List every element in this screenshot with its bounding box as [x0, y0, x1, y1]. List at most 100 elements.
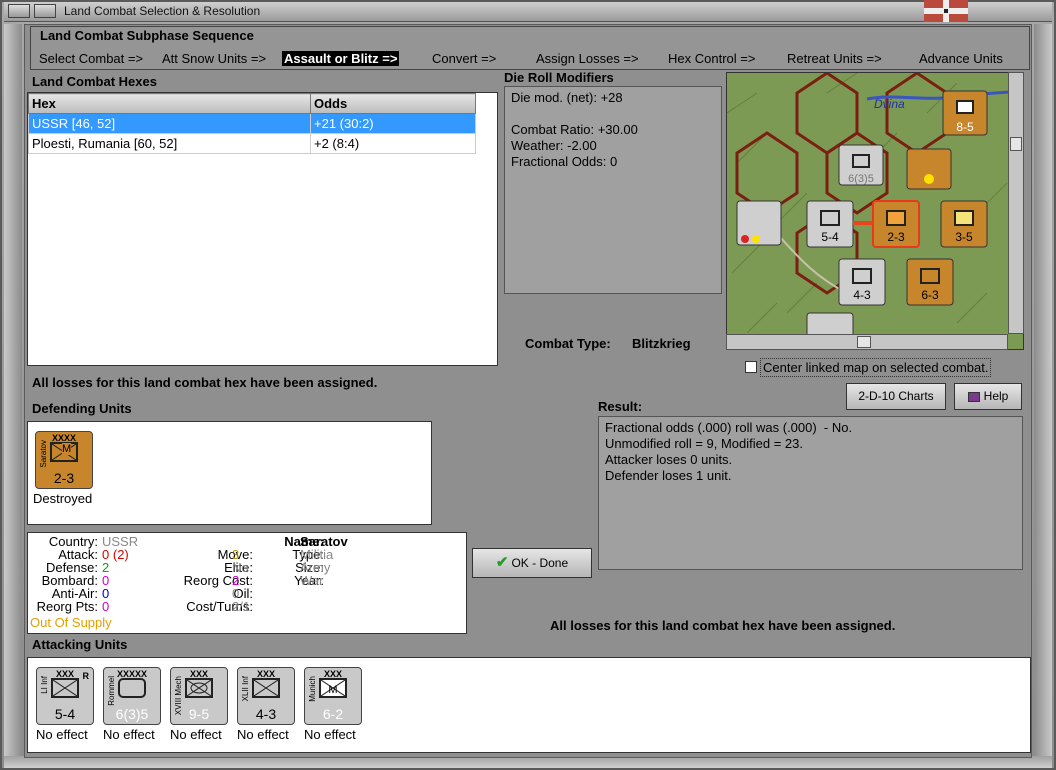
map-vertical-scrollbar[interactable] [1008, 72, 1024, 334]
result-box: Fractional odds (.000) roll was (.000) -… [598, 416, 1023, 570]
defending-heading: Defending Units [32, 401, 132, 416]
unit-effect: No effect [36, 727, 88, 742]
sequence-step-advance: Advance Units [919, 51, 1003, 66]
unit-strength: 6(3)5 [115, 706, 149, 722]
sequence-step-hex-control: Hex Control => [668, 51, 756, 66]
result-line: Defender loses 1 unit. [605, 468, 732, 483]
unit-counter-xlii-inf[interactable]: XXX XLII Inf 4-3 [237, 667, 295, 725]
svg-text:6-3: 6-3 [921, 288, 939, 302]
unit-name: Rommel [107, 676, 116, 706]
map-counter: 3-5 [940, 200, 988, 248]
map-counter: 6(3)5 [838, 144, 884, 186]
charts-button[interactable]: 2-D-10 Charts [846, 383, 946, 410]
unit-details-panel: Country: Attack: Defense: Bombard: Anti-… [27, 532, 467, 634]
system-menu-button[interactable] [8, 4, 30, 18]
unit-counter-rommel[interactable]: XXXXX Rommel 6(3)5 [103, 667, 161, 725]
odds-cell: +2 (8:4) [310, 133, 476, 154]
hq-symbol-icon [118, 678, 146, 698]
unit-counter-xviii-mech[interactable]: XXX XVIII Mech 9-5 [170, 667, 228, 725]
hex-cell: USSR [46, 52] [28, 113, 311, 134]
result-line: Attacker loses 0 units. [605, 452, 733, 467]
unit-strength: 6-2 [322, 706, 344, 722]
unit-effect: No effect [237, 727, 289, 742]
sequence-step-att-snow: Att Snow Units => [162, 51, 267, 66]
result-heading: Result: [598, 399, 643, 414]
svg-text:6(3)5: 6(3)5 [848, 173, 874, 185]
attack-losses-status: All losses for this land combat hex have… [550, 618, 896, 633]
map-counter: 2-3 [872, 200, 920, 248]
map-horizontal-scrollbar[interactable] [726, 334, 1008, 350]
map-counter: 5-4 [806, 200, 854, 248]
unit-effect: No effect [304, 727, 356, 742]
unit-effect: No effect [170, 727, 222, 742]
combat-type-label: Combat Type: [525, 336, 611, 351]
help-book-icon [967, 391, 980, 402]
center-map-label[interactable]: Center linked map on selected combat. [760, 358, 992, 377]
hexes-list[interactable]: Hex Odds USSR [46, 52] +21 (30:2) Ploest… [27, 92, 498, 366]
sequence-step-assault-blitz: Assault or Blitz => [282, 51, 400, 66]
help-button[interactable]: Help [954, 383, 1022, 410]
scroll-thumb[interactable] [1010, 137, 1022, 151]
minimize-button[interactable] [34, 4, 56, 18]
svg-text:3-5: 3-5 [955, 230, 973, 244]
reorg-pts-label: Reorg Pts: [36, 599, 98, 614]
weather-mod: Weather: -2.00 [511, 138, 597, 153]
unit-counter-saratov[interactable]: XXXX Saratov M 2-3 [35, 431, 93, 489]
table-row[interactable]: Ploesti, Rumania [60, 52] +2 (8:4) [28, 133, 476, 154]
svg-text:5-4: 5-4 [821, 230, 839, 244]
unit-flag: R [82, 671, 90, 681]
right-border [1034, 24, 1052, 758]
svg-text:2-3: 2-3 [887, 230, 905, 244]
unit-name: Munich [308, 676, 317, 702]
unit-name: LI Inf [40, 676, 49, 694]
reorg-pts-value: 0 [102, 599, 110, 614]
sequence-heading: Land Combat Subphase Sequence [40, 28, 254, 43]
mech-symbol-icon [185, 678, 213, 698]
svg-text:M: M [328, 684, 337, 696]
unit-symbol-letter: M [62, 443, 72, 455]
center-map-checkbox[interactable] [745, 361, 757, 373]
sequence-step-assign-losses: Assign Losses => [536, 51, 639, 66]
help-button-label: Help [983, 389, 1009, 403]
hex-losses-status: All losses for this land combat hex have… [32, 375, 378, 390]
hex-cell: Ploesti, Rumania [60, 52] [28, 133, 311, 154]
odds-cell: +21 (30:2) [310, 113, 476, 134]
hexes-table: Hex Odds USSR [46, 52] +21 (30:2) Ploest… [28, 93, 476, 154]
cost-turns-value: 2/1 [232, 599, 251, 614]
unit-strength: 5-4 [54, 706, 76, 722]
map-counter [906, 148, 952, 190]
window-title: Land Combat Selection & Resolution [64, 4, 261, 18]
map-counter: 6-3 [906, 258, 954, 306]
result-line: Fractional odds (.000) roll was (.000) -… [605, 420, 853, 435]
map-counter [736, 200, 782, 246]
year-value: War [300, 573, 324, 588]
river-label: Dvina [874, 97, 905, 111]
infantry-symbol-icon [51, 678, 79, 698]
hexes-header-row: Hex Odds [28, 93, 476, 114]
unit-effect: Destroyed [33, 491, 93, 506]
checkmark-icon: ✔ [495, 554, 509, 571]
map-terrain: Dvina 6(3)5 8-5 5-4 2-3 3-5 4-3 6-3 [727, 73, 1023, 349]
unit-counter-li-inf[interactable]: XXX LI Inf R 5-4 [36, 667, 94, 725]
die-mod-net: Die mod. (net): +28 [511, 90, 623, 105]
column-header-hex[interactable]: Hex [28, 93, 311, 114]
table-row[interactable]: USSR [46, 52] +21 (30:2) [28, 113, 476, 134]
sequence-step-select-combat: Select Combat => [39, 51, 144, 66]
die-roll-modifiers-box: Die mod. (net): +28 Combat Ratio: +30.00… [504, 86, 722, 294]
militia-symbol-icon: M [319, 678, 347, 698]
column-header-odds[interactable]: Odds [310, 93, 476, 114]
linked-map[interactable]: Dvina 6(3)5 8-5 5-4 2-3 3-5 4-3 6-3 [726, 72, 1024, 350]
unit-strength: 2-3 [53, 470, 75, 486]
unit-strength: 4-3 [255, 706, 277, 722]
svg-text:4-3: 4-3 [853, 288, 871, 302]
die-roll-heading: Die Roll Modifiers [504, 70, 614, 85]
scroll-thumb[interactable] [857, 336, 871, 348]
hexes-heading: Land Combat Hexes [32, 74, 157, 89]
sequence-step-convert: Convert => [432, 51, 497, 66]
attacking-heading: Attacking Units [32, 637, 128, 652]
unit-counter-munich[interactable]: XXX Munich M 6-2 [304, 667, 362, 725]
map-counter: 8-5 [942, 90, 988, 136]
ok-done-button[interactable]: ✔ OK - Done [472, 548, 592, 578]
map-counter: 4-3 [838, 258, 886, 306]
